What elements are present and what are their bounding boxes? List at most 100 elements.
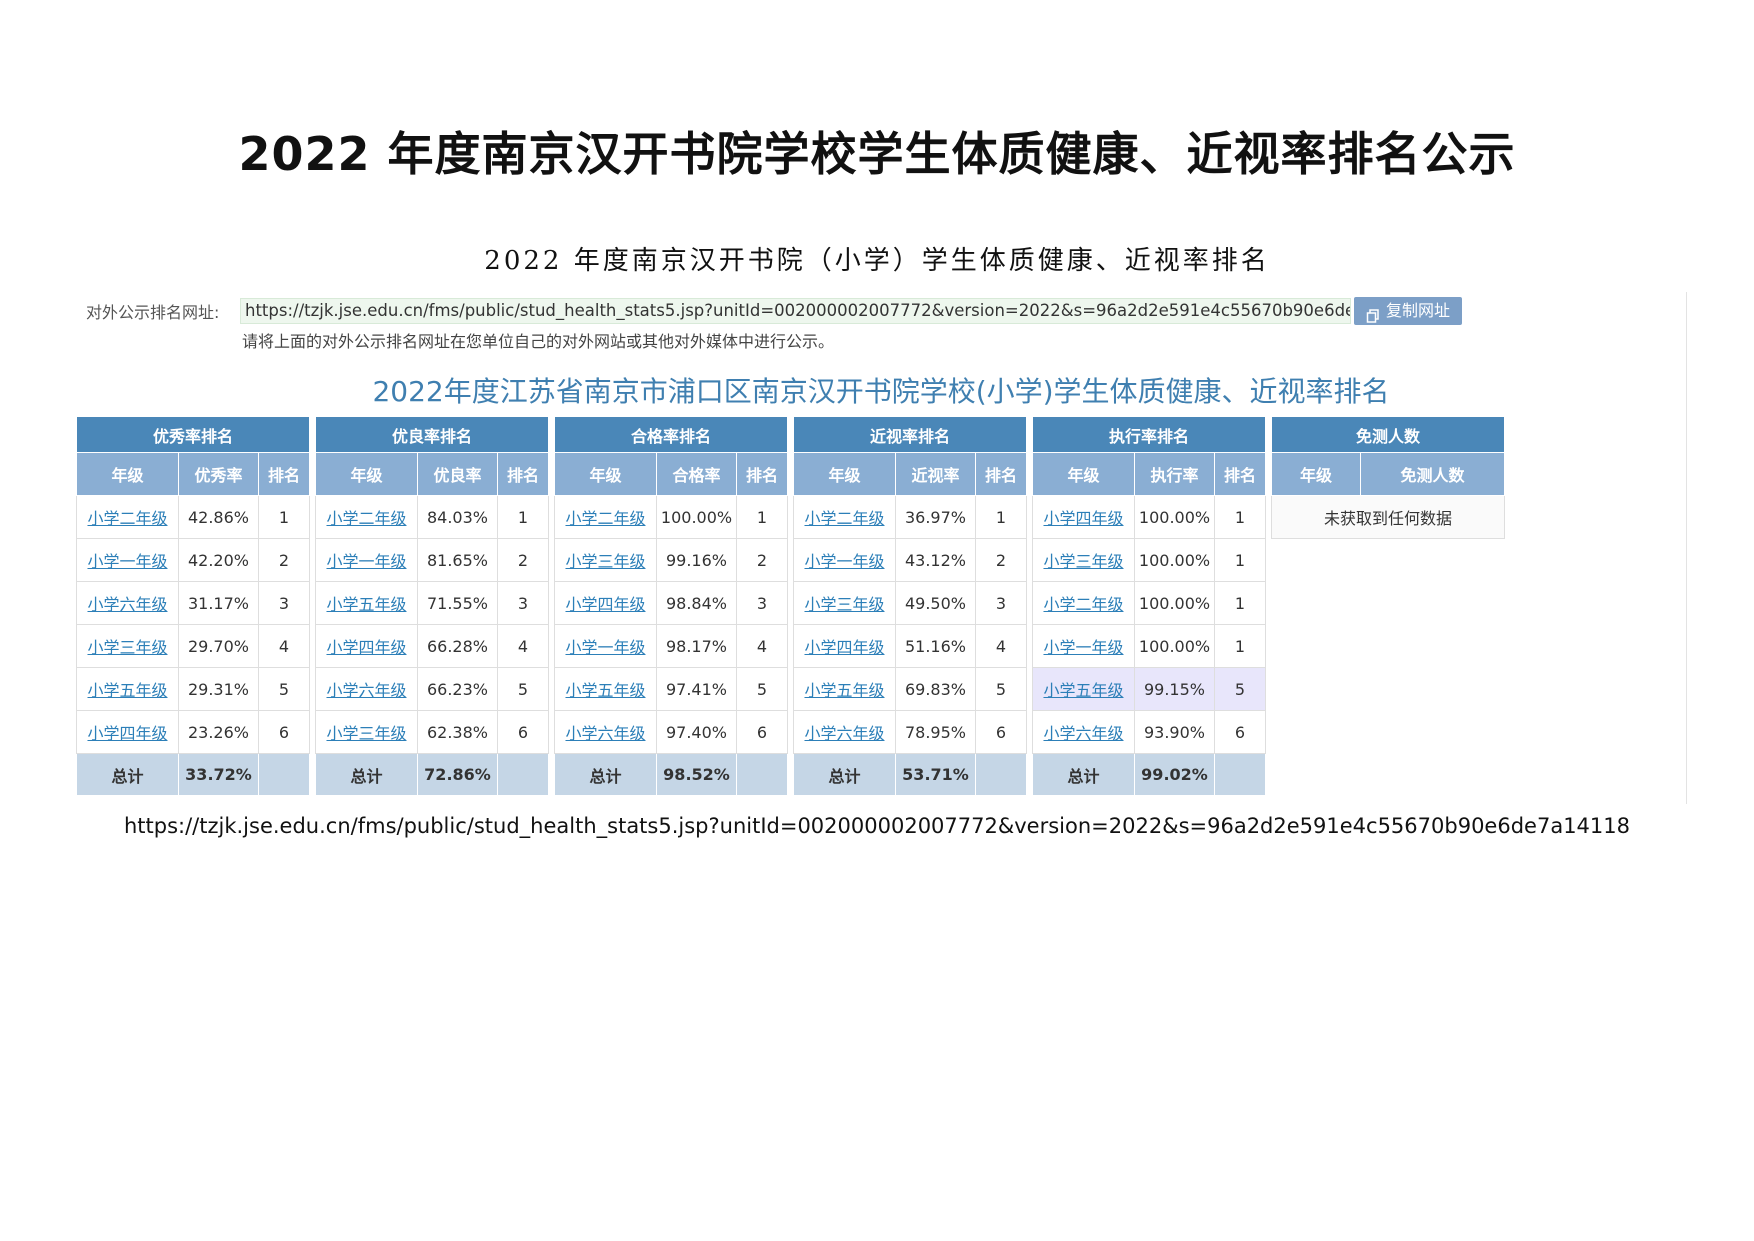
table-row: 小学五年级 99.15% 5 (1032, 667, 1267, 711)
grade-cell: 小学一年级 (1032, 624, 1135, 668)
ranking-screenshot: 对外公示排名网址: https://tzjk.jse.edu.cn/fms/pu… (75, 292, 1687, 804)
rank-cell: 5 (257, 667, 311, 711)
table-row: 小学一年级 43.12% 2 (793, 538, 1028, 582)
rate-cell: 100.00% (1134, 495, 1215, 539)
rank-cell: 4 (496, 624, 550, 668)
rate-cell: 69.83% (895, 667, 976, 711)
grade-cell: 小学五年级 (1032, 667, 1135, 711)
grade-link[interactable]: 小学四年级 (565, 595, 645, 614)
total-rank-empty (1213, 753, 1267, 796)
rate-cell: 36.97% (895, 495, 976, 539)
column-header: 排名 (735, 452, 789, 496)
column-header: 排名 (257, 452, 311, 496)
rank-cell: 3 (974, 581, 1028, 625)
copy-url-button[interactable]: 复制网址 (1354, 297, 1463, 325)
footer-url: https://tzjk.jse.edu.cn/fms/public/stud_… (123, 814, 1630, 838)
table-row: 小学六年级 78.95% 6 (793, 710, 1028, 754)
grade-cell: 小学四年级 (315, 624, 418, 668)
grade-link[interactable]: 小学五年级 (87, 681, 167, 700)
rate-cell: 66.23% (417, 667, 498, 711)
grade-cell: 小学六年级 (793, 710, 896, 754)
rate-cell: 78.95% (895, 710, 976, 754)
grade-link[interactable]: 小学二年级 (326, 509, 406, 528)
rank-cell: 1 (974, 495, 1028, 539)
grade-link[interactable]: 小学一年级 (1043, 638, 1123, 657)
table-title: 优良率排名 (314, 416, 550, 453)
rate-cell: 100.00% (1134, 581, 1215, 625)
rank-cell: 2 (974, 538, 1028, 582)
rank-cell: 1 (735, 495, 789, 539)
grade-link[interactable]: 小学一年级 (565, 638, 645, 657)
total-rank-empty (496, 753, 550, 796)
rate-cell: 31.17% (178, 581, 259, 625)
grade-link[interactable]: 小学四年级 (804, 638, 884, 657)
rank-cell: 1 (496, 495, 550, 539)
grade-link[interactable]: 小学二年级 (565, 509, 645, 528)
table-title: 优秀率排名 (75, 416, 311, 453)
grade-cell: 小学一年级 (315, 538, 418, 582)
grade-link[interactable]: 小学二年级 (87, 509, 167, 528)
grade-link[interactable]: 小学四年级 (1043, 509, 1123, 528)
table-title: 免测人数 (1270, 416, 1506, 453)
rate-cell: 84.03% (417, 495, 498, 539)
rank-cell: 1 (1213, 581, 1267, 625)
rate-cell: 29.31% (178, 667, 259, 711)
myopia-rate-table: 近视率排名 年级 近视率 排名 小学二年级 36.97% 1 小学一年级 43.12% 2… (792, 416, 1028, 796)
total-value: 33.72% (178, 753, 259, 796)
rate-cell: 29.70% (178, 624, 259, 668)
rate-cell: 93.90% (1134, 710, 1215, 754)
grade-cell: 小学二年级 (793, 495, 896, 539)
rank-cell: 2 (735, 538, 789, 582)
execution-rate-table: 执行率排名 年级 执行率 排名 小学四年级 100.00% 1 小学三年级 100.00… (1031, 416, 1267, 796)
grade-link[interactable]: 小学五年级 (326, 595, 406, 614)
grade-link[interactable]: 小学二年级 (1043, 595, 1123, 614)
grade-link[interactable]: 小学一年级 (804, 552, 884, 571)
grade-cell: 小学一年级 (554, 624, 657, 668)
rank-cell: 4 (735, 624, 789, 668)
grade-cell: 小学三年级 (315, 710, 418, 754)
grade-link[interactable]: 小学一年级 (87, 552, 167, 571)
grade-link[interactable]: 小学六年级 (87, 595, 167, 614)
table-row: 小学六年级 93.90% 6 (1032, 710, 1267, 754)
empty-data-message: 未获取到任何数据 (1270, 495, 1506, 539)
rate-cell: 42.20% (178, 538, 259, 582)
grade-link[interactable]: 小学四年级 (326, 638, 406, 657)
rate-cell: 62.38% (417, 710, 498, 754)
column-header: 年级 (793, 452, 896, 496)
grade-link[interactable]: 小学三年级 (804, 595, 884, 614)
grade-link[interactable]: 小学五年级 (804, 681, 884, 700)
table-row: 小学四年级 100.00% 1 (1032, 495, 1267, 539)
grade-link[interactable]: 小学三年级 (326, 724, 406, 743)
grade-link[interactable]: 小学六年级 (804, 724, 884, 743)
column-header: 执行率 (1134, 452, 1215, 496)
grade-link[interactable]: 小学六年级 (1043, 724, 1123, 743)
rank-cell: 1 (1213, 495, 1267, 539)
rank-cell: 3 (735, 581, 789, 625)
public-url-field[interactable]: https://tzjk.jse.edu.cn/fms/public/stud_… (240, 298, 1351, 324)
table-row: 小学六年级 31.17% 3 (76, 581, 311, 625)
grade-link[interactable]: 小学二年级 (804, 509, 884, 528)
table-row: 小学六年级 66.23% 5 (315, 667, 550, 711)
grade-link[interactable]: 小学一年级 (326, 552, 406, 571)
total-label: 总计 (315, 753, 418, 796)
grade-link[interactable]: 小学四年级 (87, 724, 167, 743)
grade-link[interactable]: 小学六年级 (565, 724, 645, 743)
grade-link[interactable]: 小学三年级 (87, 638, 167, 657)
grade-link[interactable]: 小学六年级 (326, 681, 406, 700)
grade-cell: 小学五年级 (315, 581, 418, 625)
rate-cell: 100.00% (1134, 538, 1215, 582)
grade-link[interactable]: 小学三年级 (1043, 552, 1123, 571)
total-rank-empty (974, 753, 1028, 796)
grade-cell: 小学五年级 (554, 667, 657, 711)
grade-cell: 小学六年级 (1032, 710, 1135, 754)
grade-link[interactable]: 小学三年级 (565, 552, 645, 571)
table-row: 小学三年级 49.50% 3 (793, 581, 1028, 625)
rank-cell: 5 (974, 667, 1028, 711)
column-header: 优良率 (417, 452, 498, 496)
grade-cell: 小学一年级 (793, 538, 896, 582)
rate-cell: 97.41% (656, 667, 737, 711)
grade-link[interactable]: 小学五年级 (565, 681, 645, 700)
grade-cell: 小学五年级 (76, 667, 179, 711)
rank-cell: 6 (496, 710, 550, 754)
grade-link[interactable]: 小学五年级 (1043, 681, 1123, 700)
